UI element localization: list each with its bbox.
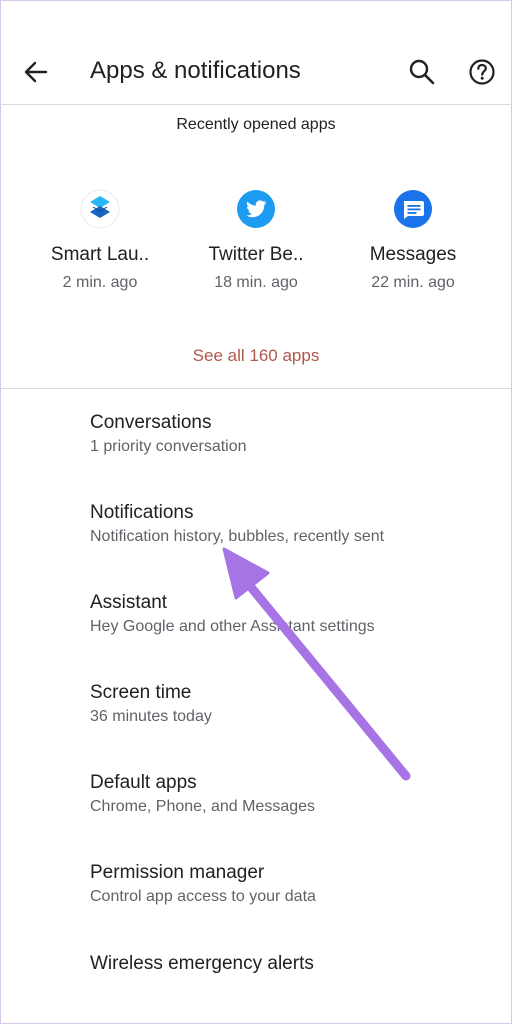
setting-title: Assistant [90, 592, 168, 613]
recent-app-messages[interactable]: Messages 22 min. ago [338, 188, 488, 292]
setting-permission-manager[interactable]: Permission manager Control app access to… [90, 860, 490, 908]
app-last-opened: 22 min. ago [371, 274, 455, 291]
setting-default-apps[interactable]: Default apps Chrome, Phone, and Messages [90, 770, 490, 818]
setting-subtitle: Notification history, bubbles, recently … [90, 528, 385, 545]
section-divider [0, 388, 512, 389]
setting-wireless-emergency-alerts[interactable]: Wireless emergency alerts [90, 951, 490, 977]
search-icon[interactable] [406, 56, 438, 88]
smart-launcher-icon [80, 189, 120, 229]
app-bar: Apps & notifications [0, 0, 512, 104]
twitter-icon [237, 190, 275, 228]
app-name: Messages [369, 244, 457, 265]
messages-icon [394, 190, 432, 228]
setting-subtitle: Chrome, Phone, and Messages [90, 798, 316, 815]
app-name: Smart Lau.. [50, 244, 150, 265]
app-last-opened: 2 min. ago [62, 274, 138, 291]
setting-subtitle: 1 priority conversation [90, 438, 247, 455]
setting-title: Default apps [90, 772, 197, 793]
page-title: Apps & notifications [90, 57, 301, 84]
setting-title: Notifications [90, 502, 194, 523]
app-name: Twitter Be.. [208, 244, 304, 265]
recent-apps-heading: Recently opened apps [176, 116, 336, 133]
setting-subtitle: Control app access to your data [90, 888, 316, 905]
setting-title: Wireless emergency alerts [90, 953, 314, 974]
setting-subtitle: 36 minutes today [90, 708, 212, 725]
setting-assistant[interactable]: Assistant Hey Google and other Assistant… [90, 590, 490, 638]
setting-title: Conversations [90, 412, 212, 433]
app-last-opened: 18 min. ago [214, 274, 298, 291]
recent-app-twitter[interactable]: Twitter Be.. 18 min. ago [181, 188, 331, 292]
recent-app-smart-launcher[interactable]: Smart Lau.. 2 min. ago [25, 188, 175, 292]
setting-title: Screen time [90, 682, 192, 703]
help-icon[interactable] [466, 56, 498, 88]
setting-title: Permission manager [90, 862, 265, 883]
setting-subtitle: Hey Google and other Assistant settings [90, 618, 375, 635]
setting-notifications[interactable]: Notifications Notification history, bubb… [90, 500, 490, 548]
see-all-apps-link[interactable]: See all 160 apps [0, 346, 512, 366]
arrow-back-icon[interactable] [20, 56, 52, 88]
header-divider [0, 104, 512, 105]
setting-screen-time[interactable]: Screen time 36 minutes today [90, 680, 490, 728]
setting-conversations[interactable]: Conversations 1 priority conversation [90, 410, 490, 458]
